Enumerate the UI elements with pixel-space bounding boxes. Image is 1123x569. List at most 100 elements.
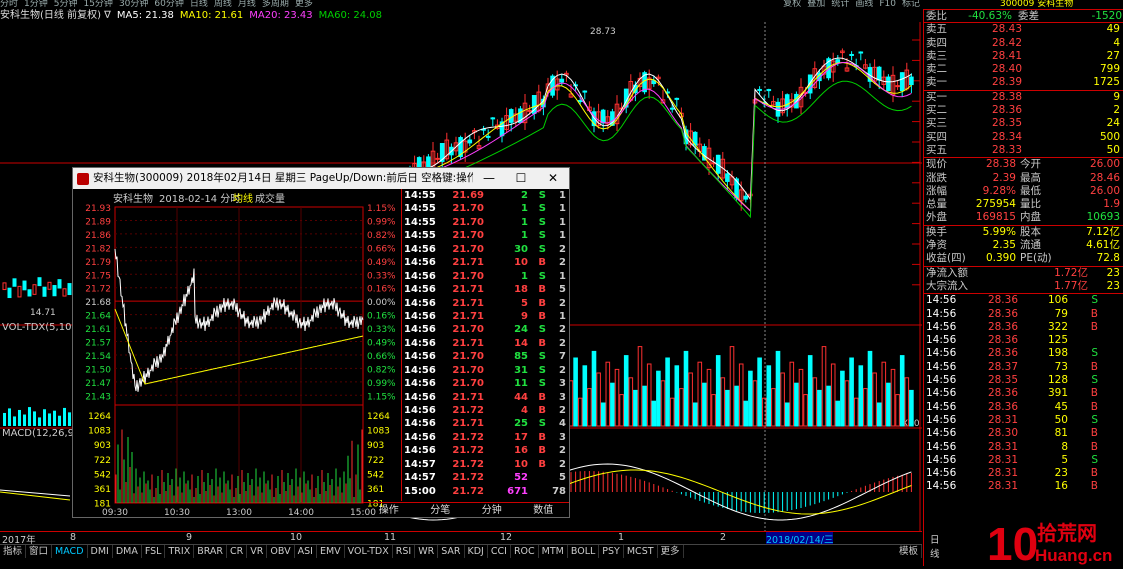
trade-time: 14:56 <box>926 320 957 333</box>
indicator-tab[interactable]: BOLL <box>568 545 600 558</box>
tick-count: 2 <box>559 364 566 376</box>
price-axis-label: 21.72 <box>85 285 111 295</box>
toolbar-button[interactable]: 统计 <box>831 0 849 8</box>
indicator-tab[interactable]: MTM <box>539 545 568 558</box>
chart-name[interactable]: 安科生物(日线 前复权) ∇ <box>0 9 111 23</box>
vol-indicator-label[interactable]: VOL-TDX(5,10) <box>2 322 75 333</box>
indicator-tab[interactable]: CR <box>227 545 248 558</box>
trade-volume: 50 <box>1054 413 1068 426</box>
toolbar-button[interactable]: 画线 <box>855 0 873 8</box>
toolbar-button[interactable]: 标记 <box>902 0 920 8</box>
bid-row: 买四 28.34 500 <box>924 131 1123 144</box>
period-tab[interactable]: 30分钟 <box>119 0 148 8</box>
trade-extra <box>1098 308 1118 321</box>
indicator-tab[interactable]: VR <box>247 545 268 558</box>
trade-list[interactable]: 14:56 28.36 106 S 14:56 28.36 79 B 14:56 28.36 322… <box>924 294 1123 493</box>
tick-count: 78 <box>552 485 566 497</box>
indicator-tab[interactable]: WR <box>415 545 439 558</box>
period-tab[interactable]: 月线 <box>238 0 256 8</box>
toolbar-button[interactable]: 叠加 <box>807 0 825 8</box>
volume-bar <box>734 385 739 427</box>
indicator-tab[interactable]: 窗口 <box>26 545 53 558</box>
period-tab[interactable]: 日线 <box>190 0 208 8</box>
popup-tab[interactable]: 操作 <box>363 503 415 518</box>
popup-tab[interactable]: 分钟 <box>466 503 518 518</box>
indicator-tab[interactable]: FSL <box>142 545 166 558</box>
indicator-tab[interactable]: ASI <box>295 545 317 558</box>
indicator-tab[interactable]: MCST <box>624 545 658 558</box>
period-tab[interactable]: 15分钟 <box>83 0 112 8</box>
indicator-tab[interactable]: SAR <box>438 545 465 558</box>
stat-row: 涨跌 2.39 最高 28.46 <box>924 172 1123 185</box>
tick-price: 21.70 <box>452 216 484 228</box>
period-tab[interactable]: 60分钟 <box>154 0 183 8</box>
flow-value: 1.72亿 <box>1054 266 1088 279</box>
volume-bar <box>13 416 16 426</box>
indicator-tab[interactable]: DMI <box>88 545 113 558</box>
period-tab[interactable]: 分时 <box>0 0 18 8</box>
trade-row: 14:56 28.31 23 B <box>924 467 1123 480</box>
indicator-tab[interactable]: MACD <box>52 545 88 558</box>
intraday-popup[interactable]: 安科生物(300009) 2018年02月14日 星期三 PageUp/Down… <box>72 167 570 518</box>
toolbar-button[interactable]: 复权 <box>783 0 801 8</box>
indicator-tab[interactable]: ROC <box>511 545 539 558</box>
volume-bar <box>692 402 698 427</box>
period-tab[interactable]: 更多 <box>295 0 313 8</box>
indicator-tab[interactable]: VOL-TDX <box>345 545 393 558</box>
period-tab[interactable]: 1分钟 <box>24 0 48 8</box>
popup-tab[interactable]: 分笔 <box>415 503 467 518</box>
popup-tab[interactable]: 数值 <box>518 503 570 518</box>
indicator-tab[interactable]: DMA <box>113 545 142 558</box>
indicator-tab[interactable]: 更多 <box>658 545 684 558</box>
candle-body <box>527 109 532 112</box>
popup-titlebar[interactable]: 安科生物(300009) 2018年02月14日 星期三 PageUp/Down… <box>73 168 569 189</box>
flow-label: 大宗流入 <box>926 279 968 292</box>
period-tab[interactable]: 5分钟 <box>54 0 78 8</box>
indicator-tab[interactable]: 指标 <box>0 545 27 558</box>
volume-bar <box>881 361 887 427</box>
pct-axis-label: 0.33% <box>367 271 396 281</box>
indicator-tab[interactable]: TRIX <box>165 545 195 558</box>
close-button[interactable]: ✕ <box>537 168 569 189</box>
volume-bar <box>674 365 680 427</box>
maximize-button[interactable]: ☐ <box>505 168 537 189</box>
tick-time: 14:56 <box>404 243 436 255</box>
volume-bar <box>775 350 781 427</box>
pct-axis-label: 0.16% <box>367 285 396 295</box>
indicator-tab[interactable]: PSY <box>599 545 624 558</box>
indicator-tab[interactable]: OBV <box>267 545 295 558</box>
tick-volume: 1 <box>521 203 528 215</box>
tick-volume: 10 <box>514 257 528 269</box>
stat-label: 净资 <box>926 239 947 252</box>
indicator-tab[interactable]: EMV <box>317 545 345 558</box>
volume-bar <box>872 372 877 427</box>
bid-volume: 24 <box>1106 117 1120 130</box>
indicator-tab[interactable]: RSI <box>393 545 416 558</box>
period-tab[interactable]: 周线 <box>214 0 232 8</box>
vol-axis-label: 361 <box>367 485 384 495</box>
tick-row: 14:56 21.71 5 B 2 <box>402 297 569 310</box>
volume-bar <box>669 397 675 427</box>
volume-bar <box>807 355 813 427</box>
tick-list[interactable]: 14:55 21.69 2 S 1 14:55 21.70 1 S 1 14:55 21.70 1 S 1 1… <box>401 189 569 501</box>
tick-price: 21.71 <box>452 418 484 430</box>
tick-price: 21.70 <box>452 270 484 282</box>
period-tab[interactable]: 多周期 <box>262 0 289 8</box>
volume-bar <box>826 385 831 427</box>
indicator-tab[interactable]: KDJ <box>465 545 488 558</box>
stat-value: 169815 <box>975 211 1016 224</box>
intraday-chart[interactable]: 安科生物 2018-02-14 分时均线 成交量 21.93 1.15% 21.89 0.9… <box>73 189 401 519</box>
minimize-button[interactable]: — <box>473 168 505 189</box>
tick-time: 14:56 <box>404 364 436 376</box>
template-button[interactable]: 模板 <box>896 545 922 558</box>
macd-indicator-label[interactable]: MACD(12,26,9) <box>2 428 78 439</box>
indicator-tab[interactable]: CCI <box>488 545 511 558</box>
toolbar-button[interactable]: F10 <box>879 0 896 8</box>
ask-price: 28.43 <box>991 23 1022 36</box>
ask-row: 卖二 28.40 799 <box>924 63 1123 76</box>
volume-bar <box>702 382 707 427</box>
tick-side: B <box>538 257 546 269</box>
indicator-tab[interactable]: BRAR <box>194 545 228 558</box>
candle-body <box>899 72 905 92</box>
tick-price: 21.71 <box>452 297 484 309</box>
